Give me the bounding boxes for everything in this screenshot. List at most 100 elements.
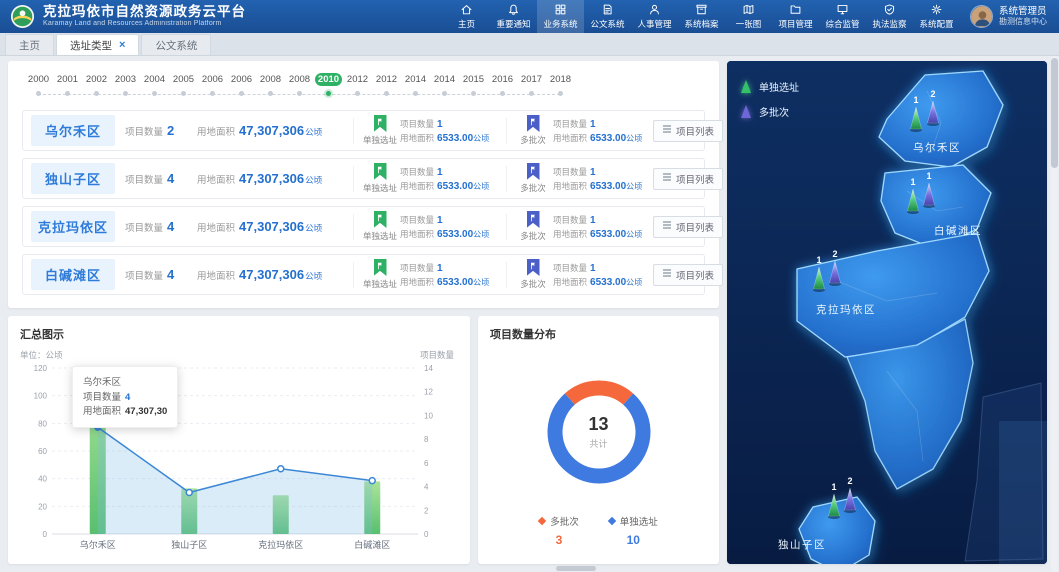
tab-2[interactable]: 公文系统 <box>141 34 211 55</box>
nav-item-archive[interactable]: 系统档案 <box>678 0 725 33</box>
year-dot-2012[interactable] <box>372 89 401 103</box>
karamay-map[interactable]: 12111212 乌尔禾区白碱滩区克拉玛依区独山子区 <box>727 61 1047 564</box>
year-dot-2017[interactable] <box>517 89 546 103</box>
tab-1[interactable]: 选址类型× <box>56 34 139 55</box>
year-dot-2008[interactable] <box>256 89 285 103</box>
person-icon <box>648 3 661 16</box>
nav-item-person[interactable]: 人事管理 <box>631 0 678 33</box>
svg-text:2: 2 <box>847 476 852 486</box>
year-2001[interactable]: 2001 <box>53 73 82 86</box>
nav-item-bell[interactable]: 重要通知 <box>490 0 537 33</box>
year-dot-2014[interactable] <box>430 89 459 103</box>
nav-item-apps[interactable]: 业务系统 <box>537 0 584 33</box>
vertical-scrollbar[interactable] <box>1051 56 1058 572</box>
svg-text:10: 10 <box>424 411 433 420</box>
vertical-scrollbar-thumb[interactable] <box>1051 58 1058 168</box>
year-dot-2001[interactable] <box>53 89 82 103</box>
user-avatar[interactable] <box>970 5 993 28</box>
multi-batch-bookmark-icon <box>527 211 540 228</box>
main-nav: 主页重要通知业务系统公文系统人事管理系统档案一张图项目管理综合监管执法监察系统配… <box>443 0 960 33</box>
year-dot-2018[interactable] <box>546 89 575 103</box>
map-district-label: 白碱滩区 <box>934 224 982 237</box>
year-dot-2012[interactable] <box>343 89 372 103</box>
year-2004[interactable]: 2004 <box>140 73 169 86</box>
svg-text:14: 14 <box>424 364 433 373</box>
line-point-克拉玛依区[interactable] <box>278 466 284 472</box>
year-2016[interactable]: 2016 <box>488 73 517 86</box>
donut-legend-item[interactable]: 多批次3 <box>539 514 579 547</box>
year-dot-2014[interactable] <box>401 89 430 103</box>
year-2012[interactable]: 2012 <box>372 73 401 86</box>
year-2008[interactable]: 2008 <box>285 73 314 86</box>
project-list-button[interactable]: 项目列表 <box>653 216 723 238</box>
nav-item-doc[interactable]: 公文系统 <box>584 0 631 33</box>
year-2006[interactable]: 2006 <box>198 73 227 86</box>
app-header: 克拉玛依市自然资源政务云平台 Karamay Land and Resource… <box>0 0 1059 33</box>
year-dot-2003[interactable] <box>111 89 140 103</box>
list-icon <box>662 268 672 281</box>
map-legend-multi: 多批次 <box>741 104 799 119</box>
tab-0[interactable]: 主页 <box>5 34 54 55</box>
project-list-button[interactable]: 项目列表 <box>653 264 723 286</box>
year-2010[interactable]: 2010 <box>314 73 343 86</box>
district-row-1: 独山子区项目数量4用地面积47,307,306公顷单独选址项目数量1用地面积65… <box>22 158 705 199</box>
donut-total-value: 13 <box>588 414 608 435</box>
tooltip-line: 用地面积47,307,30 <box>83 405 167 419</box>
doc-icon <box>601 3 614 16</box>
nav-item-shield[interactable]: 执法监察 <box>866 0 913 33</box>
project-list-button[interactable]: 项目列表 <box>653 120 723 142</box>
donut-legend-item[interactable]: 单独选址10 <box>609 514 658 547</box>
nav-item-monitor[interactable]: 综合监管 <box>819 0 866 33</box>
year-2018[interactable]: 2018 <box>546 73 575 86</box>
svg-text:白碱滩区: 白碱滩区 <box>354 539 390 550</box>
svg-text:80: 80 <box>38 419 47 428</box>
svg-text:0: 0 <box>43 530 48 539</box>
year-2006[interactable]: 2006 <box>227 73 256 86</box>
summary-chart-title: 汇总图示 <box>8 316 470 344</box>
year-dot-2016[interactable] <box>488 89 517 103</box>
nav-item-folder[interactable]: 项目管理 <box>772 0 819 33</box>
map-district-label: 独山子区 <box>778 538 826 551</box>
line-point-白碱滩区[interactable] <box>369 478 375 484</box>
multi-batch-group: 多批次 <box>513 115 553 146</box>
year-2000[interactable]: 2000 <box>24 73 53 86</box>
year-2003[interactable]: 2003 <box>111 73 140 86</box>
svg-text:100: 100 <box>34 392 48 401</box>
year-dot-2008[interactable] <box>285 89 314 103</box>
divider <box>353 118 354 144</box>
divider <box>353 166 354 192</box>
year-dot-2000[interactable] <box>24 89 53 103</box>
year-dot-2004[interactable] <box>140 89 169 103</box>
multi-batch-bookmark-icon <box>527 163 540 180</box>
line-point-独山子区[interactable] <box>186 490 192 496</box>
year-2014[interactable]: 2014 <box>401 73 430 86</box>
year-2014[interactable]: 2014 <box>430 73 459 86</box>
nav-item-gear[interactable]: 系统配置 <box>913 0 960 33</box>
year-2012[interactable]: 2012 <box>343 73 372 86</box>
year-dot-2006[interactable] <box>198 89 227 103</box>
year-dot-2002[interactable] <box>82 89 111 103</box>
year-2005[interactable]: 2005 <box>169 73 198 86</box>
map-district-label: 乌尔禾区 <box>913 141 961 154</box>
year-2002[interactable]: 2002 <box>82 73 111 86</box>
year-2015[interactable]: 2015 <box>459 73 488 86</box>
year-2008[interactable]: 2008 <box>256 73 285 86</box>
divider <box>506 166 507 192</box>
horizontal-scrollbar-thumb[interactable] <box>556 566 596 571</box>
map-legend-single: 单独选址 <box>741 79 799 94</box>
project-list-button[interactable]: 项目列表 <box>653 168 723 190</box>
single-site-group: 单独选址 <box>360 259 400 290</box>
year-dot-2010[interactable] <box>314 89 343 103</box>
nav-item-home[interactable]: 主页 <box>443 0 490 33</box>
year-dot-2006[interactable] <box>227 89 256 103</box>
year-2017[interactable]: 2017 <box>517 73 546 86</box>
tab-close-icon[interactable]: × <box>119 39 125 51</box>
nav-item-map[interactable]: 一张图 <box>725 0 772 33</box>
multi-batch-bookmark-icon <box>527 115 540 132</box>
svg-text:8: 8 <box>424 435 429 444</box>
year-dot-2015[interactable] <box>459 89 488 103</box>
district-project-count: 项目数量2 <box>125 123 197 138</box>
year-dot-2005[interactable] <box>169 89 198 103</box>
svg-text:乌尔禾区: 乌尔禾区 <box>80 539 116 550</box>
user-block[interactable]: 系统管理员 勘测信息中心 <box>970 5 1047 28</box>
